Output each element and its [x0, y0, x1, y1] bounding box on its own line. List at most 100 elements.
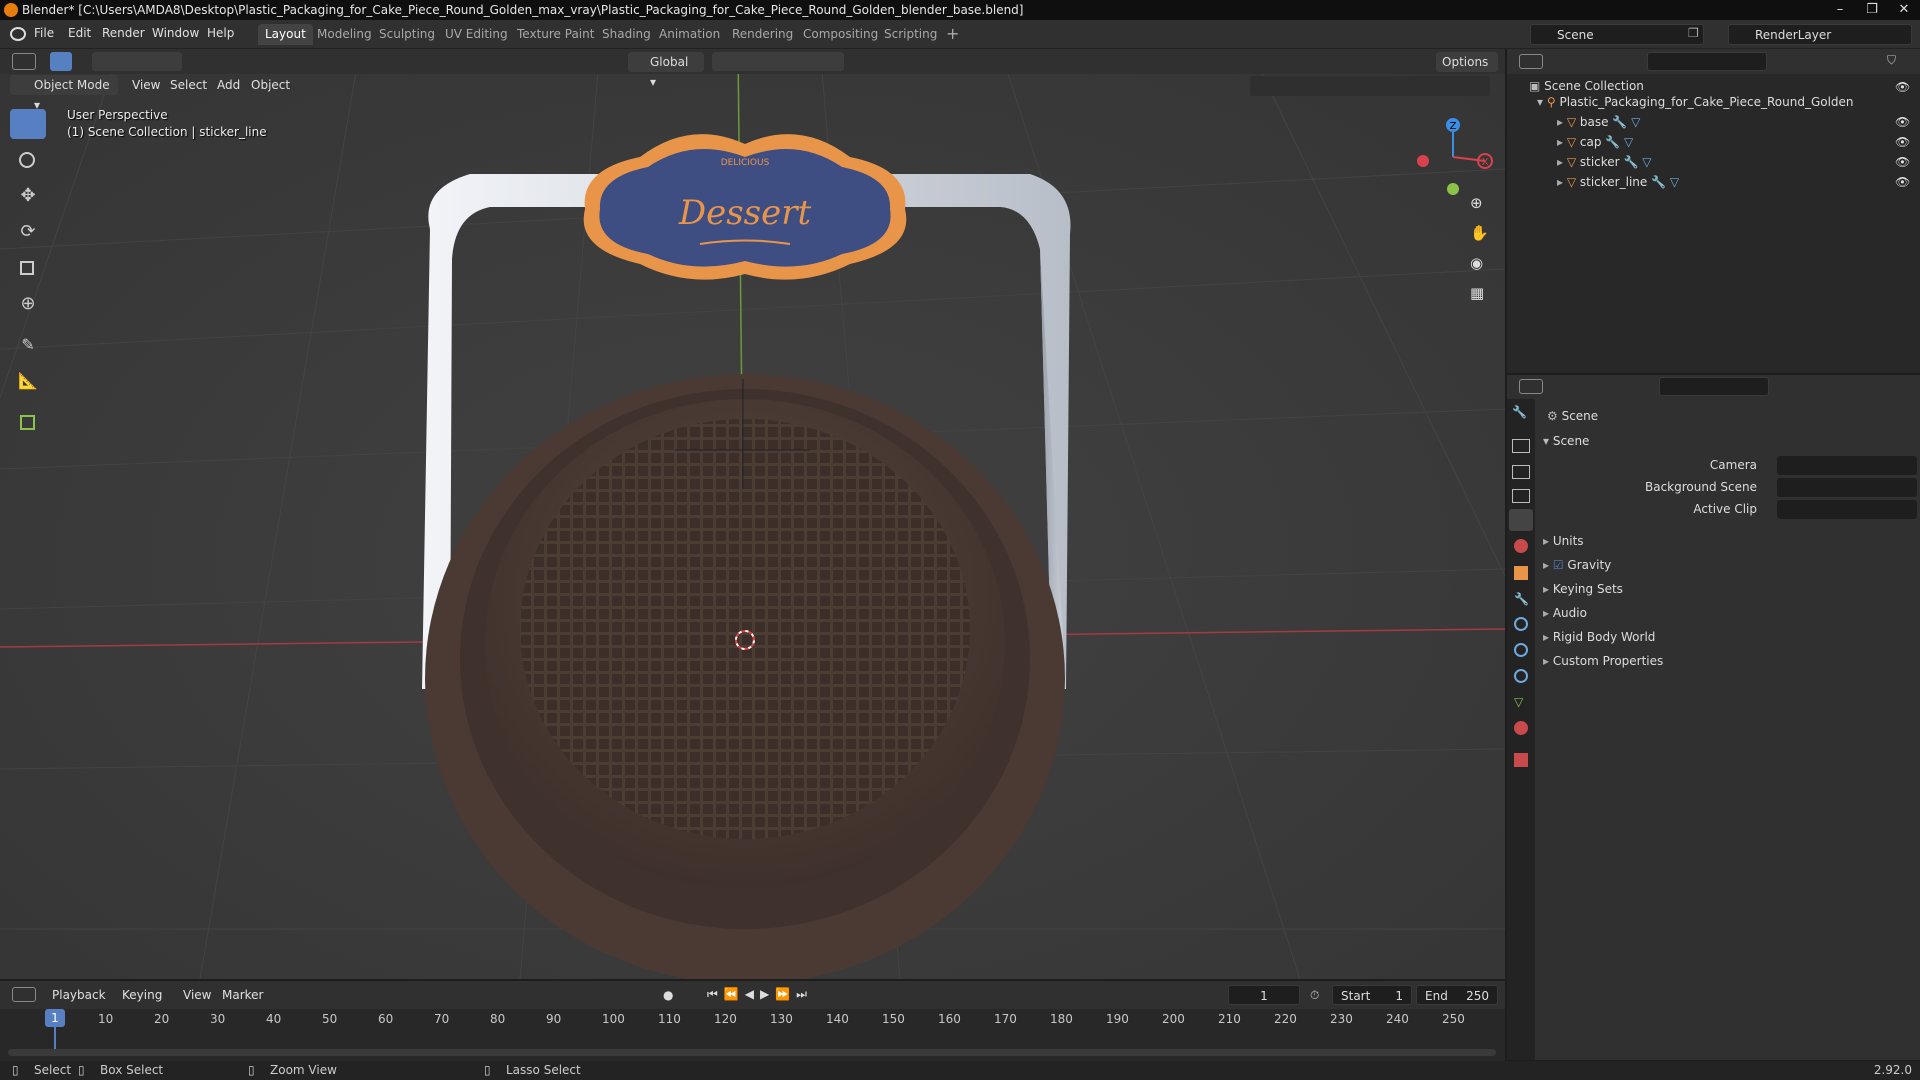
- particles-tab-icon[interactable]: [1514, 617, 1528, 631]
- move-tool-icon[interactable]: ✥: [10, 181, 46, 211]
- add-cube-tool-icon[interactable]: [10, 407, 46, 437]
- tab-shading[interactable]: Shading: [595, 24, 658, 45]
- modifier-data-icons[interactable]: 🔧 ▽: [1620, 155, 1651, 169]
- menu-help[interactable]: Help: [207, 26, 234, 40]
- view-layer-selector[interactable]: RenderLayer: [1728, 24, 1912, 45]
- visibility-eye-icon[interactable]: 👁: [1895, 112, 1910, 132]
- close-window-button[interactable]: ✕: [1888, 0, 1920, 20]
- modifier-data-icons[interactable]: 🔧 ▽: [1609, 115, 1640, 129]
- visibility-eye-icon[interactable]: 👁: [1895, 152, 1910, 172]
- menu-playback[interactable]: Playback: [52, 988, 106, 1002]
- tab-rendering[interactable]: Rendering: [725, 24, 800, 45]
- outliner-item-sticker[interactable]: ▸ ▽ sticker 🔧 ▽ 👁: [1557, 152, 1917, 172]
- visibility-eye-icon[interactable]: 👁: [1895, 132, 1910, 152]
- expand-arrow-icon[interactable]: ▸: [1557, 115, 1567, 129]
- panel-units[interactable]: ▸ Units: [1543, 530, 1584, 552]
- menu-keying[interactable]: Keying: [122, 988, 162, 1002]
- outliner-item-cap[interactable]: ▸ ▽ cap 🔧 ▽ 👁: [1557, 132, 1917, 152]
- visibility-eye-icon[interactable]: 👁: [1895, 172, 1910, 192]
- expand-arrow-icon[interactable]: ▸: [1557, 135, 1567, 149]
- expand-arrow-icon[interactable]: ▸: [1557, 155, 1567, 169]
- select-tool-icon[interactable]: [50, 52, 72, 71]
- panel-rigid-body-world[interactable]: ▸ Rigid Body World: [1543, 626, 1655, 648]
- timeline-scrollbar[interactable]: [8, 1049, 1496, 1056]
- zoom-icon[interactable]: ⊕: [1470, 194, 1483, 212]
- panel-keying-sets[interactable]: ▸ Keying Sets: [1543, 578, 1623, 600]
- active-clip-field[interactable]: [1777, 500, 1917, 519]
- options-dropdown[interactable]: Options ▾: [1436, 52, 1498, 89]
- panel-custom-properties[interactable]: ▸ Custom Properties: [1543, 650, 1663, 672]
- tab-sculpting[interactable]: Sculpting: [372, 24, 442, 45]
- output-tab-icon[interactable]: [1512, 465, 1530, 479]
- collapse-arrow-icon[interactable]: ▸: [1543, 630, 1553, 644]
- outliner-collection[interactable]: ▾ ⚲ Plastic_Packaging_for_Cake_Piece_Rou…: [1537, 92, 1854, 112]
- selection-mode-buttons[interactable]: [92, 52, 182, 71]
- collapse-arrow-icon[interactable]: ▸: [1543, 606, 1553, 620]
- menu-timeline-view[interactable]: View: [183, 988, 211, 1002]
- modifier-data-icons[interactable]: 🔧 ▽: [1601, 135, 1633, 149]
- record-icon[interactable]: ●: [663, 988, 673, 1002]
- outliner-search-input[interactable]: [1647, 52, 1767, 71]
- scale-tool-icon[interactable]: [10, 253, 46, 283]
- perspective-grid-icon[interactable]: ▦: [1470, 284, 1484, 302]
- tab-compositing[interactable]: Compositing: [796, 24, 885, 45]
- scene-section-header[interactable]: ▾ Scene: [1543, 430, 1589, 452]
- physics-tab-icon[interactable]: [1514, 643, 1528, 657]
- editor-type-icon[interactable]: [12, 53, 36, 70]
- tab-layout[interactable]: Layout: [258, 24, 313, 45]
- outliner-item-sticker-line[interactable]: ▸ ▽ sticker_line 🔧 ▽ 👁: [1557, 172, 1917, 192]
- modifier-data-icons[interactable]: 🔧 ▽: [1647, 175, 1679, 189]
- texture-tab-icon[interactable]: [1514, 753, 1528, 767]
- collapse-arrow-icon[interactable]: ▸: [1543, 558, 1553, 572]
- menu-edit[interactable]: Edit: [68, 26, 91, 40]
- menu-marker[interactable]: Marker: [222, 988, 263, 1002]
- playback-controls[interactable]: ⏮⏪◀▶⏩⏭: [707, 987, 813, 1002]
- timeline-editor-type-icon[interactable]: [12, 987, 36, 1002]
- maximize-button[interactable]: ❐: [1856, 0, 1888, 20]
- menu-add[interactable]: Add: [217, 78, 240, 92]
- tool-tab-icon[interactable]: 🔧: [1512, 405, 1530, 423]
- properties-search-input[interactable]: [1659, 377, 1769, 396]
- outliner-item-base[interactable]: ▸ ▽ base 🔧 ▽ 👁: [1557, 112, 1917, 132]
- panel-gravity[interactable]: ▸ ☑ Gravity: [1543, 554, 1611, 576]
- start-frame-field[interactable]: Start 1: [1332, 985, 1412, 1005]
- camera-view-icon[interactable]: ◉: [1470, 254, 1483, 272]
- preview-range-icon[interactable]: ⏱: [1310, 988, 1319, 1003]
- tab-uv-editing[interactable]: UV Editing: [438, 24, 515, 45]
- transform-orientation-dropdown[interactable]: Global ▾: [628, 52, 704, 89]
- modifier-tab-icon[interactable]: 🔧: [1514, 592, 1529, 606]
- new-scene-icon[interactable]: ❐: [1688, 26, 1699, 40]
- properties-editor-type-icon[interactable]: [1519, 379, 1543, 394]
- menu-window[interactable]: Window: [152, 26, 199, 40]
- shading-and-overlay-controls[interactable]: [1250, 76, 1490, 96]
- menu-file[interactable]: File: [34, 26, 54, 40]
- viewport-canvas[interactable]: DELICIOUS Dessert: [0, 49, 1505, 979]
- render-tab-icon[interactable]: [1512, 439, 1530, 453]
- pan-hand-icon[interactable]: ✋: [1470, 224, 1489, 242]
- snap-pivot-controls[interactable]: [712, 52, 844, 71]
- visibility-eye-icon[interactable]: 👁: [1895, 80, 1910, 94]
- scene-tab-icon[interactable]: [1509, 509, 1533, 531]
- outliner-editor-type-icon[interactable]: [1519, 54, 1543, 69]
- cursor-tool-icon[interactable]: [10, 145, 46, 175]
- add-workspace-icon[interactable]: +: [946, 24, 959, 43]
- collapse-arrow-icon[interactable]: ▸: [1543, 534, 1553, 548]
- tab-modeling[interactable]: Modeling: [310, 24, 379, 45]
- object-tab-icon[interactable]: [1514, 566, 1528, 580]
- rotate-tool-icon[interactable]: ⟳: [10, 217, 46, 247]
- end-frame-field[interactable]: End 250: [1416, 985, 1498, 1005]
- menu-object[interactable]: Object: [251, 78, 290, 92]
- 3d-viewport[interactable]: DELICIOUS Dessert Global ▾ Options ▾ Obj…: [0, 49, 1505, 979]
- background-scene-field[interactable]: [1777, 478, 1917, 497]
- world-tab-icon[interactable]: [1514, 539, 1528, 553]
- material-tab-icon[interactable]: [1514, 721, 1528, 735]
- filter-icon[interactable]: ⛉: [1887, 53, 1896, 68]
- current-frame-field[interactable]: 1: [1228, 985, 1300, 1005]
- gravity-checkbox[interactable]: ☑: [1553, 558, 1568, 572]
- blender-menu-icon[interactable]: [10, 27, 26, 41]
- select-box-tool[interactable]: [10, 109, 46, 139]
- transform-tool-icon[interactable]: ⊕: [10, 289, 46, 319]
- scene-selector[interactable]: Scene: [1530, 24, 1704, 45]
- mode-dropdown[interactable]: Object Mode ▾: [10, 75, 118, 112]
- playhead-frame[interactable]: 1: [45, 1009, 65, 1027]
